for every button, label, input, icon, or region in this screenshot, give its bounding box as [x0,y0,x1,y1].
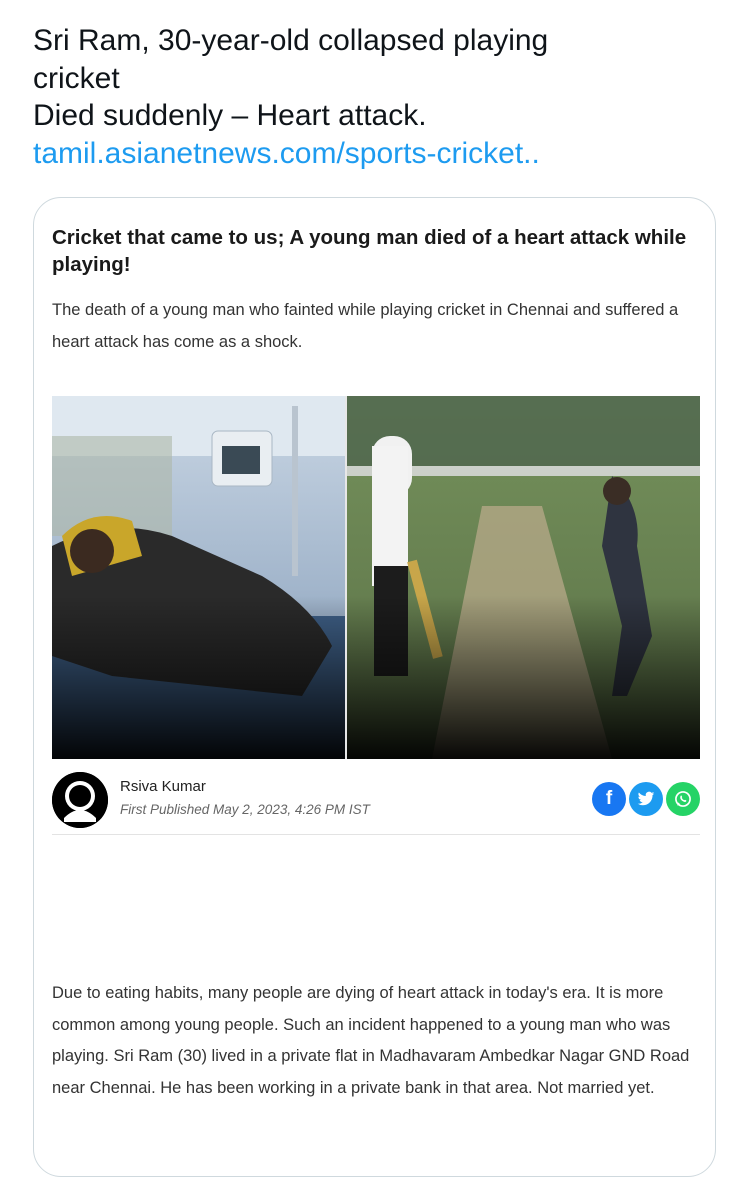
whatsapp-icon [675,791,691,807]
share-buttons: f [592,782,700,816]
tweet-line-2: cricket [33,61,120,95]
publish-date: First Published May 2, 2023, 4:26 PM IST [120,802,370,817]
facebook-share-button[interactable]: f [592,782,626,816]
article-summary: The death of a young man who fainted whi… [52,301,679,351]
tweet-line-3: Died suddenly – Heart attack. [33,99,427,132]
divider [52,834,700,835]
byline: Rsiva Kumar First Published May 2, 2023,… [52,772,700,832]
twitter-share-button[interactable] [629,782,663,816]
article-headline: Cricket that came to us; A young man die… [52,226,687,276]
twitter-bird-icon [637,791,655,806]
tweet-line-1: Sri Ram, 30-year-old collapsed playing [33,24,549,57]
avatar [52,772,108,828]
author-name[interactable]: Rsiva Kumar [120,778,206,795]
tweet-text: Sri Ram, 30-year-old collapsed playing c… [33,22,723,172]
whatsapp-share-button[interactable] [666,782,700,816]
article-body: Due to eating habits, many people are dy… [52,984,690,1097]
facebook-icon: f [605,788,613,809]
article-link[interactable]: tamil.asianetnews.com/sports-cricket.. [33,135,723,173]
article-image [52,396,700,759]
link-preview-card[interactable]: Cricket that came to us; A young man die… [33,197,716,1177]
